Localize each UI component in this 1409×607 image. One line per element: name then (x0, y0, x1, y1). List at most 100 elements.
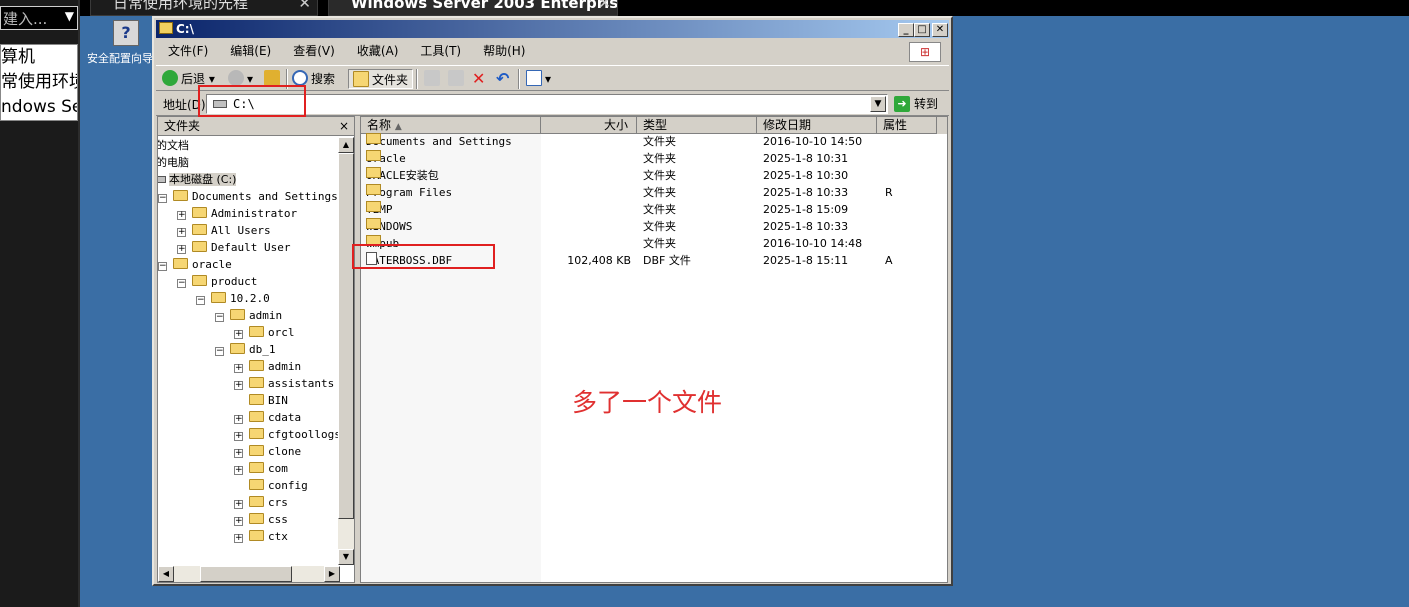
tree-item[interactable]: 的电脑 (158, 154, 189, 171)
folder-icon (249, 428, 264, 439)
tree-item[interactable]: 本地磁盘 (C:) (158, 171, 237, 188)
host-list-item[interactable]: 算机 (1, 45, 77, 70)
collapse-icon[interactable]: − (177, 279, 186, 288)
tree-item[interactable]: + ctx (234, 528, 288, 545)
tree-item[interactable]: − 10.2.0 (196, 290, 270, 307)
maximize-button[interactable]: □ (914, 23, 930, 37)
expand-icon[interactable]: + (234, 517, 243, 526)
tree-vertical-scrollbar[interactable]: ▲ ▼ (338, 137, 354, 565)
folder-icon (192, 275, 207, 286)
file-list-item[interactable]: TEMP 文件夹 2025-1-8 15:09 (361, 201, 947, 218)
menu-tools[interactable]: 工具(T) (408, 40, 471, 62)
close-icon[interactable]: × (339, 117, 349, 136)
column-header-modified[interactable]: 修改日期 (757, 117, 877, 134)
collapse-icon[interactable]: − (196, 296, 205, 305)
tree-item[interactable]: + css (234, 511, 288, 528)
file-list-item[interactable]: Program Files 文件夹 2025-1-8 10:33 R (361, 184, 947, 201)
tree-item[interactable]: − product (177, 273, 257, 290)
scroll-thumb[interactable] (338, 153, 354, 519)
column-header-type[interactable]: 类型 (637, 117, 757, 134)
views-button[interactable]: ▾ (526, 69, 551, 89)
host-list-item[interactable]: ndows Se (1, 95, 77, 120)
column-header-name[interactable]: 名称 ▲ (361, 117, 541, 134)
menu-favorites[interactable]: 收藏(A) (345, 40, 409, 62)
folder-icon (353, 71, 369, 87)
host-search-text: 建入... (3, 10, 48, 28)
collapse-icon[interactable]: − (158, 262, 167, 271)
scroll-down-icon[interactable]: ▼ (338, 549, 354, 565)
expand-icon[interactable]: + (177, 228, 186, 237)
folders-label: 文件夹 (372, 73, 409, 87)
toolbar-separator (518, 69, 520, 89)
expand-icon[interactable]: + (234, 449, 243, 458)
menu-view[interactable]: 查看(V) (281, 40, 345, 62)
tree-item[interactable]: + crs (234, 494, 288, 511)
tree-item[interactable]: + cdata (234, 409, 301, 426)
address-input[interactable]: C:\ ▼ (206, 94, 888, 114)
tree-item[interactable]: + orcl (234, 324, 295, 341)
menu-file[interactable]: 文件(F) (156, 40, 218, 62)
close-icon[interactable]: ✕ (298, 0, 311, 14)
close-button[interactable]: ✕ (932, 23, 948, 37)
expand-icon[interactable]: + (177, 245, 186, 254)
tree-item[interactable]: + Default User (177, 239, 290, 256)
collapse-icon[interactable]: − (158, 194, 167, 203)
menu-edit[interactable]: 编辑(E) (218, 40, 281, 62)
host-list-item[interactable]: 常使用环境 (1, 70, 77, 95)
host-search-input[interactable]: 建入... ▼ (0, 6, 78, 30)
tree-horizontal-scrollbar[interactable]: ◀ ▶ (158, 566, 340, 582)
expand-icon[interactable]: + (234, 466, 243, 475)
file-list-item[interactable]: Documents and Settings 文件夹 2016-10-10 14:5… (361, 133, 947, 150)
scroll-up-icon[interactable]: ▲ (338, 137, 354, 153)
host-tab-2[interactable]: Windows Server 2003 Enterprise ✕ (328, 0, 618, 16)
tree-item[interactable]: config (234, 477, 308, 494)
tree-item[interactable]: − Documents and Settings (158, 188, 338, 205)
scroll-left-icon[interactable]: ◀ (158, 566, 174, 582)
expand-icon[interactable]: + (234, 415, 243, 424)
tree-item[interactable]: + All Users (177, 222, 271, 239)
tree-item[interactable]: − oracle (158, 256, 232, 273)
tree-item[interactable]: + clone (234, 443, 301, 460)
title-bar[interactable]: C:\ _ □ ✕ (156, 20, 949, 38)
collapse-icon[interactable]: − (215, 347, 224, 356)
tree-item[interactable]: + admin (234, 358, 301, 375)
file-list-item[interactable]: WINDOWS 文件夹 2025-1-8 10:33 (361, 218, 947, 235)
close-icon[interactable]: ✕ (598, 0, 611, 14)
tree-item[interactable]: + com (234, 460, 288, 477)
file-list-item[interactable]: ORACLE安装包 文件夹 2025-1-8 10:30 (361, 167, 947, 184)
collapse-icon[interactable]: − (215, 313, 224, 322)
expand-icon[interactable]: + (234, 330, 243, 339)
tree-item[interactable]: − admin (215, 307, 282, 324)
expand-icon[interactable]: + (234, 432, 243, 441)
menu-help[interactable]: 帮助(H) (471, 40, 535, 62)
file-name-cell: Program Files (366, 184, 452, 201)
expand-icon[interactable]: + (234, 381, 243, 390)
tree-item-label: 本地磁盘 (C:) (169, 173, 237, 186)
expand-icon[interactable]: + (234, 364, 243, 373)
scroll-thumb[interactable] (200, 566, 292, 582)
tree-item[interactable]: BIN (234, 392, 288, 409)
expand-icon[interactable]: + (234, 534, 243, 543)
expand-icon[interactable]: + (177, 211, 186, 220)
move-to-button[interactable] (424, 69, 443, 89)
go-button[interactable]: ➜ 转到 (892, 94, 946, 114)
file-list-item[interactable]: oracle 文件夹 2025-1-8 10:31 (361, 150, 947, 167)
tree-item[interactable]: + cfgtoollogs (234, 426, 340, 443)
copy-to-button[interactable] (448, 69, 467, 89)
tree-item[interactable]: + Administrator (177, 205, 297, 222)
scroll-right-icon[interactable]: ▶ (324, 566, 340, 582)
expand-icon[interactable]: + (234, 500, 243, 509)
delete-icon[interactable]: ✕ (472, 69, 485, 89)
host-tab-1[interactable]: 日常使用环境的先程 ✕ (90, 0, 318, 16)
column-header-attributes[interactable]: 属性 (877, 117, 937, 134)
tree-item[interactable]: 的文档 (158, 137, 189, 154)
desktop-shortcut-security-wizard[interactable]: ? 安全配置向导 (84, 20, 156, 66)
folders-button[interactable]: 文件夹 (348, 69, 414, 89)
undo-icon[interactable]: ↶ (496, 69, 509, 89)
chevron-down-icon[interactable]: ▼ (65, 9, 74, 23)
tree-item[interactable]: − db_1 (215, 341, 276, 358)
minimize-button[interactable]: _ (898, 23, 914, 37)
chevron-down-icon[interactable]: ▼ (870, 96, 886, 112)
column-header-size[interactable]: 大小 (541, 117, 637, 134)
tree-item[interactable]: + assistants (234, 375, 334, 392)
